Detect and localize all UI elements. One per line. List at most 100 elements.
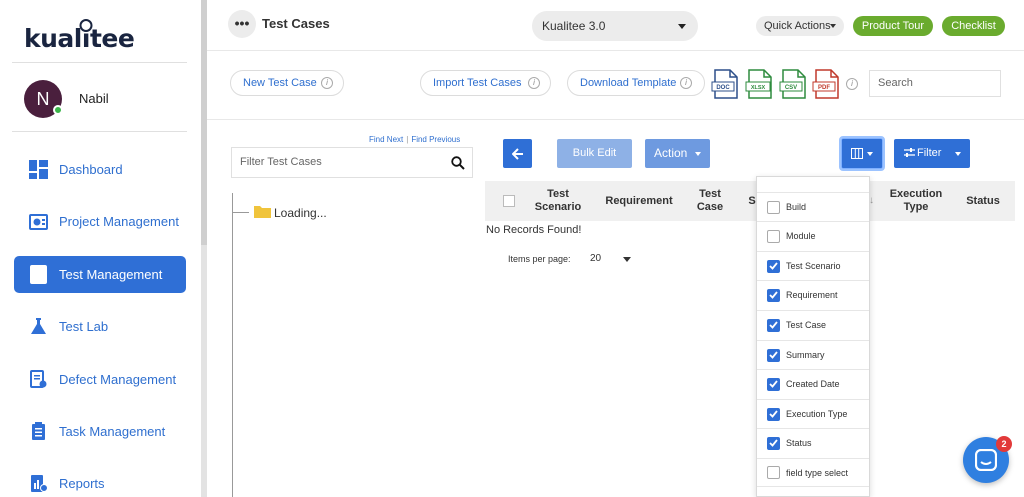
project-management-icon <box>28 212 48 232</box>
download-template-label: Download Template <box>580 77 677 89</box>
sidebar-item-label: Test Management <box>59 267 163 282</box>
column-option-label: Requirement <box>786 290 838 300</box>
pdf-file-icon[interactable]: PDF <box>812 69 840 99</box>
tree-line <box>232 193 233 497</box>
items-per-page-label: Items per page: <box>508 254 571 264</box>
info-icon[interactable]: i <box>680 77 692 89</box>
column-option-requirement[interactable]: Requirement <box>757 280 869 309</box>
online-status-dot <box>53 105 63 115</box>
bulk-edit-button[interactable]: Bulk Edit <box>557 139 632 168</box>
sidebar-item-label: Reports <box>59 476 105 491</box>
reports-icon <box>28 474 48 494</box>
flask-icon <box>28 317 48 337</box>
info-icon[interactable]: i <box>528 77 540 89</box>
checklist-button[interactable]: Checklist <box>942 16 1005 36</box>
column-option-execution-type[interactable]: Execution Type <box>757 399 869 428</box>
checkbox-checked[interactable] <box>767 348 780 362</box>
sidebar-item-test-lab[interactable]: Test Lab <box>14 308 186 345</box>
column-option-status[interactable]: Status <box>757 428 869 457</box>
column-chooser-button[interactable] <box>839 136 885 171</box>
column-option-label: Status <box>786 438 812 448</box>
sidebar-item-defect-management[interactable]: Defect Management <box>14 361 186 398</box>
column-header-execution-type[interactable]: Execution Type <box>884 181 948 221</box>
info-icon[interactable]: i <box>321 77 333 89</box>
column-header-status[interactable]: Status <box>960 181 1006 221</box>
search-input[interactable]: Search <box>869 70 1001 97</box>
column-option-field-type-select[interactable]: field type select <box>757 458 869 487</box>
import-test-cases-button[interactable]: Import Test Cases i <box>420 70 551 96</box>
checkmark-icon <box>769 351 778 359</box>
checkbox-checked[interactable] <box>767 436 780 450</box>
column-option-label: Test Scenario <box>786 261 841 271</box>
chevron-down-icon[interactable] <box>623 257 631 262</box>
no-records-message: No Records Found! <box>486 224 582 236</box>
xlsx-file-icon[interactable]: XLSX <box>745 69 773 99</box>
find-next-link[interactable]: Find Next <box>369 135 403 144</box>
checkbox-checked[interactable] <box>767 407 780 421</box>
back-button[interactable] <box>503 139 532 168</box>
filter-label: Filter <box>917 147 942 159</box>
kualitee-logo[interactable]: kualitee <box>24 24 135 53</box>
column-option-label: field type select <box>786 467 849 478</box>
column-option-created-date[interactable]: Created Date <box>757 369 869 398</box>
action-label: Action <box>654 146 688 160</box>
sidebar: kualitee N Nabil Dashboard Project Manag… <box>0 0 201 497</box>
sidebar-item-task-management[interactable]: Task Management <box>14 413 186 450</box>
column-header-test-scenario[interactable]: Test Scenario <box>528 181 588 221</box>
user-name[interactable]: Nabil <box>79 91 109 106</box>
column-option-build[interactable]: Build <box>757 192 869 221</box>
project-select[interactable]: Kualitee 3.0 <box>532 11 698 41</box>
import-test-cases-label: Import Test Cases <box>433 77 522 89</box>
sidebar-scrollbar-thumb[interactable] <box>201 0 207 245</box>
sidebar-item-test-management[interactable]: Test Management <box>14 256 186 293</box>
header-divider <box>207 50 1024 51</box>
chevron-down-icon <box>830 24 836 28</box>
quick-actions-label: Quick Actions <box>764 20 831 32</box>
column-option-label: Created Date <box>786 379 840 389</box>
checkbox-checked[interactable] <box>767 259 780 273</box>
dashboard-icon <box>28 160 48 180</box>
chevron-down-icon <box>955 152 961 156</box>
info-icon[interactable]: i <box>846 78 858 90</box>
logo-text-i: i <box>81 24 91 53</box>
checkbox-checked[interactable] <box>767 318 780 332</box>
new-test-case-button[interactable]: New Test Case i <box>230 70 344 96</box>
sidebar-item-reports[interactable]: Reports <box>14 465 186 497</box>
checkbox[interactable] <box>767 200 780 214</box>
filter-placeholder: Filter Test Cases <box>240 156 322 168</box>
filter-button[interactable]: Filter <box>894 139 970 168</box>
sidebar-item-project-management[interactable]: Project Management <box>14 203 186 240</box>
search-icon[interactable] <box>451 156 465 170</box>
task-icon <box>28 422 48 442</box>
xlsx-file-label: XLSX <box>751 85 766 91</box>
checkbox-checked[interactable] <box>767 288 780 302</box>
action-dropdown-button[interactable]: Action <box>645 139 710 168</box>
product-tour-button[interactable]: Product Tour <box>853 16 933 36</box>
column-option-test-scenario[interactable]: Test Scenario <box>757 251 869 280</box>
quick-actions-dropdown[interactable]: Quick Actions <box>756 16 844 36</box>
column-header-requirement[interactable]: Requirement <box>600 181 678 221</box>
checkbox[interactable] <box>767 229 780 243</box>
sliders-icon <box>904 148 915 157</box>
items-per-page-select[interactable]: 20 <box>590 253 601 264</box>
find-previous-link[interactable]: Find Previous <box>411 135 460 144</box>
checkbox[interactable] <box>767 466 780 479</box>
checkmark-icon <box>769 410 778 418</box>
download-template-button[interactable]: Download Template i <box>567 70 705 96</box>
column-option-test-case[interactable]: Test Case <box>757 310 869 339</box>
csv-file-icon[interactable]: CSV <box>779 69 807 99</box>
column-header-test-case[interactable]: Test Case <box>690 181 730 221</box>
doc-file-icon[interactable]: DOC <box>711 69 739 99</box>
more-menu-button[interactable]: ••• <box>228 10 256 38</box>
folder-icon <box>254 206 271 218</box>
find-links: Find Next | Find Previous <box>369 135 460 144</box>
sidebar-item-dashboard[interactable]: Dashboard <box>14 151 186 188</box>
checkbox-checked[interactable] <box>767 377 780 391</box>
divider <box>12 131 187 132</box>
app-window: kualitee N Nabil Dashboard Project Manag… <box>0 0 1024 497</box>
column-option-module[interactable]: Module <box>757 221 869 250</box>
filter-test-cases-input[interactable]: Filter Test Cases <box>231 147 473 178</box>
column-option-summary[interactable]: Summary <box>757 340 869 369</box>
select-all-checkbox[interactable] <box>503 195 515 207</box>
sidebar-item-label: Defect Management <box>59 372 177 387</box>
